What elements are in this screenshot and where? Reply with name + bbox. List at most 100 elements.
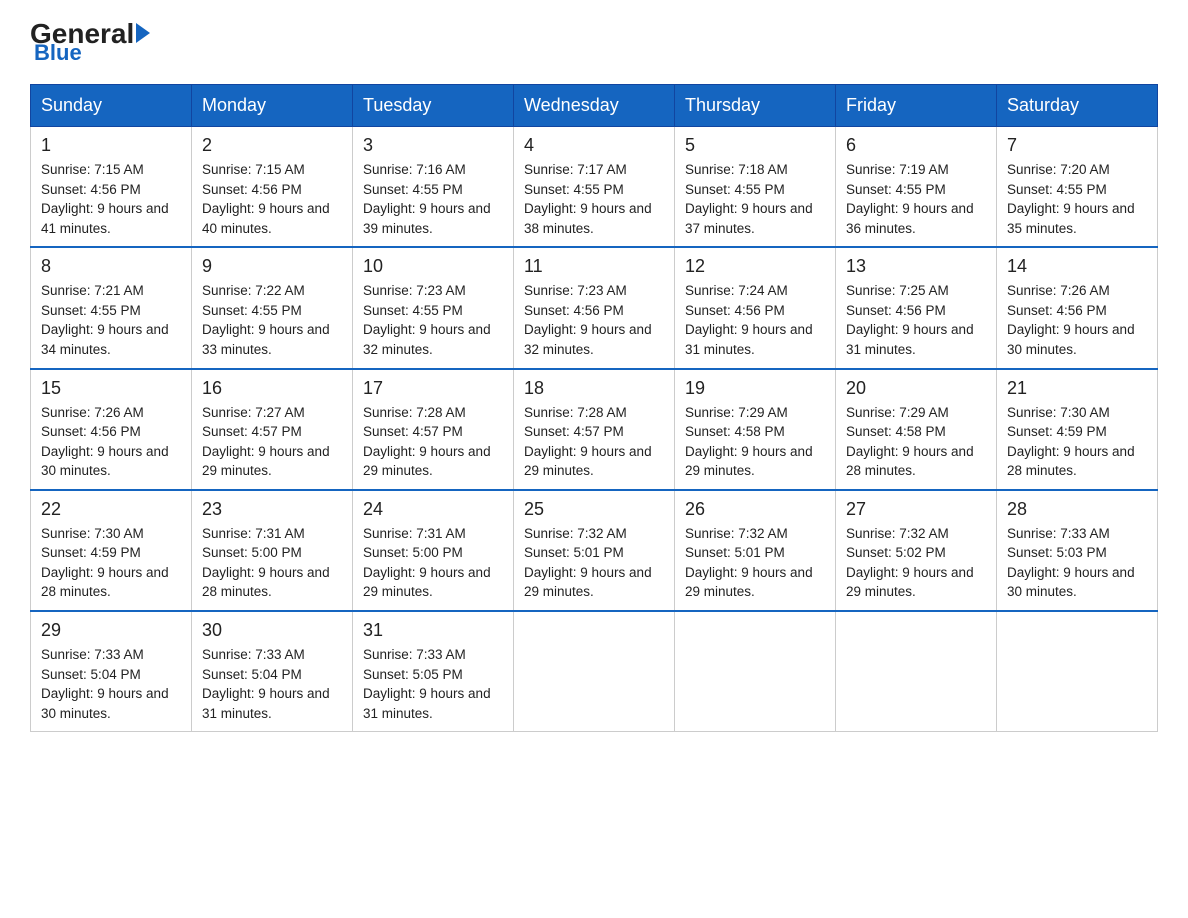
day-info: Sunrise: 7:17 AM Sunset: 4:55 PM Dayligh… (524, 160, 664, 238)
col-header-friday: Friday (836, 85, 997, 127)
calendar-week-row: 1 Sunrise: 7:15 AM Sunset: 4:56 PM Dayli… (31, 127, 1158, 248)
day-info: Sunrise: 7:26 AM Sunset: 4:56 PM Dayligh… (41, 403, 181, 481)
calendar-day-cell: 4 Sunrise: 7:17 AM Sunset: 4:55 PM Dayli… (514, 127, 675, 248)
calendar-day-cell: 10 Sunrise: 7:23 AM Sunset: 4:55 PM Dayl… (353, 247, 514, 368)
calendar-day-cell: 31 Sunrise: 7:33 AM Sunset: 5:05 PM Dayl… (353, 611, 514, 732)
calendar-day-cell: 22 Sunrise: 7:30 AM Sunset: 4:59 PM Dayl… (31, 490, 192, 611)
day-info: Sunrise: 7:29 AM Sunset: 4:58 PM Dayligh… (846, 403, 986, 481)
empty-cell (675, 611, 836, 732)
logo-arrow-icon (136, 23, 150, 43)
calendar-day-cell: 6 Sunrise: 7:19 AM Sunset: 4:55 PM Dayli… (836, 127, 997, 248)
day-info: Sunrise: 7:16 AM Sunset: 4:55 PM Dayligh… (363, 160, 503, 238)
day-info: Sunrise: 7:30 AM Sunset: 4:59 PM Dayligh… (1007, 403, 1147, 481)
day-number: 29 (41, 620, 181, 641)
empty-cell (514, 611, 675, 732)
day-info: Sunrise: 7:31 AM Sunset: 5:00 PM Dayligh… (363, 524, 503, 602)
day-number: 25 (524, 499, 664, 520)
day-number: 6 (846, 135, 986, 156)
day-number: 4 (524, 135, 664, 156)
day-info: Sunrise: 7:33 AM Sunset: 5:03 PM Dayligh… (1007, 524, 1147, 602)
day-number: 2 (202, 135, 342, 156)
day-number: 24 (363, 499, 503, 520)
calendar-day-cell: 25 Sunrise: 7:32 AM Sunset: 5:01 PM Dayl… (514, 490, 675, 611)
day-info: Sunrise: 7:29 AM Sunset: 4:58 PM Dayligh… (685, 403, 825, 481)
col-header-tuesday: Tuesday (353, 85, 514, 127)
calendar-day-cell: 12 Sunrise: 7:24 AM Sunset: 4:56 PM Dayl… (675, 247, 836, 368)
calendar-day-cell: 14 Sunrise: 7:26 AM Sunset: 4:56 PM Dayl… (997, 247, 1158, 368)
calendar-day-cell: 5 Sunrise: 7:18 AM Sunset: 4:55 PM Dayli… (675, 127, 836, 248)
day-number: 3 (363, 135, 503, 156)
logo-blue-text: Blue (32, 40, 82, 66)
day-number: 15 (41, 378, 181, 399)
calendar-day-cell: 8 Sunrise: 7:21 AM Sunset: 4:55 PM Dayli… (31, 247, 192, 368)
calendar-day-cell: 7 Sunrise: 7:20 AM Sunset: 4:55 PM Dayli… (997, 127, 1158, 248)
day-number: 8 (41, 256, 181, 277)
day-number: 10 (363, 256, 503, 277)
day-info: Sunrise: 7:15 AM Sunset: 4:56 PM Dayligh… (41, 160, 181, 238)
calendar-day-cell: 26 Sunrise: 7:32 AM Sunset: 5:01 PM Dayl… (675, 490, 836, 611)
calendar-day-cell: 11 Sunrise: 7:23 AM Sunset: 4:56 PM Dayl… (514, 247, 675, 368)
day-info: Sunrise: 7:23 AM Sunset: 4:55 PM Dayligh… (363, 281, 503, 359)
day-number: 9 (202, 256, 342, 277)
day-info: Sunrise: 7:33 AM Sunset: 5:04 PM Dayligh… (202, 645, 342, 723)
day-info: Sunrise: 7:32 AM Sunset: 5:02 PM Dayligh… (846, 524, 986, 602)
day-number: 21 (1007, 378, 1147, 399)
day-info: Sunrise: 7:18 AM Sunset: 4:55 PM Dayligh… (685, 160, 825, 238)
calendar-day-cell: 24 Sunrise: 7:31 AM Sunset: 5:00 PM Dayl… (353, 490, 514, 611)
calendar-day-cell: 2 Sunrise: 7:15 AM Sunset: 4:56 PM Dayli… (192, 127, 353, 248)
day-number: 23 (202, 499, 342, 520)
calendar-week-row: 8 Sunrise: 7:21 AM Sunset: 4:55 PM Dayli… (31, 247, 1158, 368)
col-header-monday: Monday (192, 85, 353, 127)
day-number: 27 (846, 499, 986, 520)
calendar-day-cell: 16 Sunrise: 7:27 AM Sunset: 4:57 PM Dayl… (192, 369, 353, 490)
empty-cell (836, 611, 997, 732)
calendar-day-cell: 21 Sunrise: 7:30 AM Sunset: 4:59 PM Dayl… (997, 369, 1158, 490)
day-info: Sunrise: 7:25 AM Sunset: 4:56 PM Dayligh… (846, 281, 986, 359)
day-info: Sunrise: 7:32 AM Sunset: 5:01 PM Dayligh… (524, 524, 664, 602)
col-header-sunday: Sunday (31, 85, 192, 127)
day-info: Sunrise: 7:26 AM Sunset: 4:56 PM Dayligh… (1007, 281, 1147, 359)
day-number: 1 (41, 135, 181, 156)
day-number: 18 (524, 378, 664, 399)
day-number: 17 (363, 378, 503, 399)
calendar-day-cell: 23 Sunrise: 7:31 AM Sunset: 5:00 PM Dayl… (192, 490, 353, 611)
day-info: Sunrise: 7:31 AM Sunset: 5:00 PM Dayligh… (202, 524, 342, 602)
day-number: 14 (1007, 256, 1147, 277)
calendar-day-cell: 3 Sunrise: 7:16 AM Sunset: 4:55 PM Dayli… (353, 127, 514, 248)
calendar-day-cell: 30 Sunrise: 7:33 AM Sunset: 5:04 PM Dayl… (192, 611, 353, 732)
calendar-week-row: 29 Sunrise: 7:33 AM Sunset: 5:04 PM Dayl… (31, 611, 1158, 732)
day-info: Sunrise: 7:22 AM Sunset: 4:55 PM Dayligh… (202, 281, 342, 359)
calendar-day-cell: 9 Sunrise: 7:22 AM Sunset: 4:55 PM Dayli… (192, 247, 353, 368)
col-header-thursday: Thursday (675, 85, 836, 127)
day-number: 19 (685, 378, 825, 399)
day-info: Sunrise: 7:27 AM Sunset: 4:57 PM Dayligh… (202, 403, 342, 481)
day-info: Sunrise: 7:21 AM Sunset: 4:55 PM Dayligh… (41, 281, 181, 359)
day-number: 22 (41, 499, 181, 520)
calendar-header-row: SundayMondayTuesdayWednesdayThursdayFrid… (31, 85, 1158, 127)
empty-cell (997, 611, 1158, 732)
day-info: Sunrise: 7:33 AM Sunset: 5:04 PM Dayligh… (41, 645, 181, 723)
day-info: Sunrise: 7:20 AM Sunset: 4:55 PM Dayligh… (1007, 160, 1147, 238)
calendar-day-cell: 19 Sunrise: 7:29 AM Sunset: 4:58 PM Dayl… (675, 369, 836, 490)
day-number: 5 (685, 135, 825, 156)
col-header-wednesday: Wednesday (514, 85, 675, 127)
col-header-saturday: Saturday (997, 85, 1158, 127)
day-info: Sunrise: 7:19 AM Sunset: 4:55 PM Dayligh… (846, 160, 986, 238)
day-number: 13 (846, 256, 986, 277)
calendar-day-cell: 1 Sunrise: 7:15 AM Sunset: 4:56 PM Dayli… (31, 127, 192, 248)
day-info: Sunrise: 7:30 AM Sunset: 4:59 PM Dayligh… (41, 524, 181, 602)
day-info: Sunrise: 7:24 AM Sunset: 4:56 PM Dayligh… (685, 281, 825, 359)
day-number: 7 (1007, 135, 1147, 156)
page-header: General Blue (30, 20, 1158, 66)
calendar-day-cell: 17 Sunrise: 7:28 AM Sunset: 4:57 PM Dayl… (353, 369, 514, 490)
calendar-day-cell: 13 Sunrise: 7:25 AM Sunset: 4:56 PM Dayl… (836, 247, 997, 368)
calendar-table: SundayMondayTuesdayWednesdayThursdayFrid… (30, 84, 1158, 732)
day-number: 16 (202, 378, 342, 399)
day-info: Sunrise: 7:23 AM Sunset: 4:56 PM Dayligh… (524, 281, 664, 359)
calendar-day-cell: 18 Sunrise: 7:28 AM Sunset: 4:57 PM Dayl… (514, 369, 675, 490)
day-number: 11 (524, 256, 664, 277)
day-number: 12 (685, 256, 825, 277)
day-number: 28 (1007, 499, 1147, 520)
day-info: Sunrise: 7:15 AM Sunset: 4:56 PM Dayligh… (202, 160, 342, 238)
day-info: Sunrise: 7:33 AM Sunset: 5:05 PM Dayligh… (363, 645, 503, 723)
